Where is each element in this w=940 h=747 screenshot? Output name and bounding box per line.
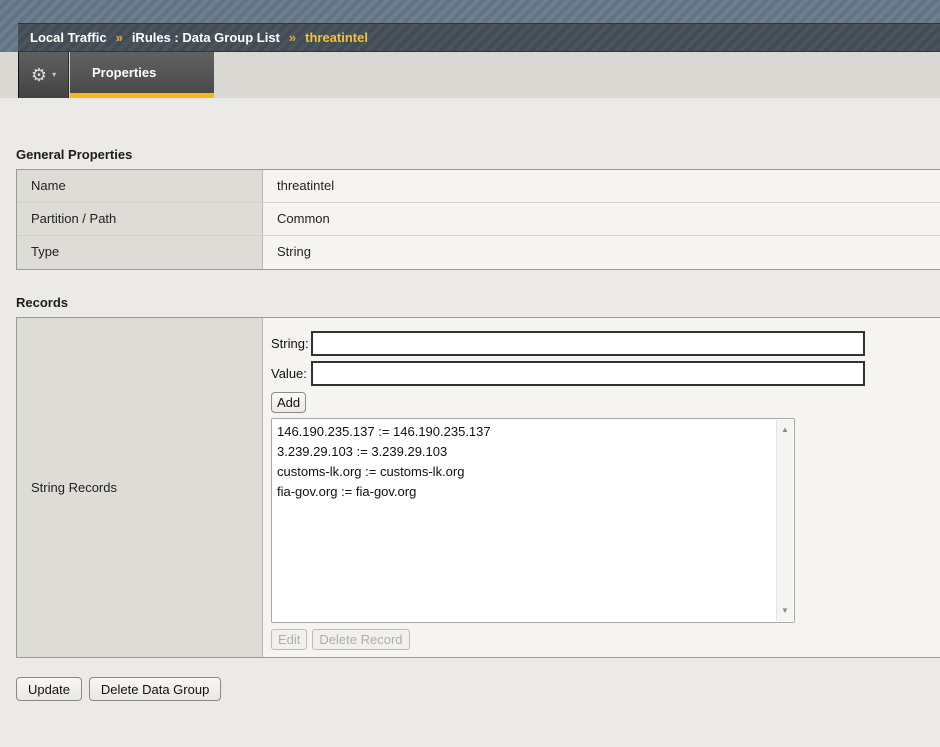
listbox-scrollbar[interactable]: ▲ ▼ (776, 420, 793, 621)
list-item[interactable]: customs-lk.org := customs-lk.org (277, 462, 772, 482)
scroll-down-icon[interactable]: ▼ (777, 607, 793, 615)
string-field-label: String: (271, 336, 311, 351)
breadcrumb-separator-icon: » (116, 30, 123, 45)
update-button[interactable]: Update (16, 677, 82, 701)
scroll-up-icon[interactable]: ▲ (777, 426, 793, 434)
string-records-form: String: Value: Add 146.190.235.137 := 14… (263, 318, 940, 657)
record-buttons-row: Edit Delete Record (271, 629, 410, 650)
form-actions: Update Delete Data Group (16, 677, 221, 701)
table-row: Partition / Path Common (17, 203, 940, 236)
value-field-label: Value: (271, 366, 311, 381)
table-row: Type String (17, 236, 940, 269)
general-properties-heading: General Properties (16, 147, 132, 162)
tab-properties-label: Properties (92, 65, 156, 80)
list-item[interactable]: 3.239.29.103 := 3.239.29.103 (277, 442, 772, 462)
name-value: threatintel (263, 170, 940, 202)
string-records-listbox[interactable]: 146.190.235.137 := 146.190.235.137 3.239… (271, 418, 795, 623)
breadcrumb-page: iRules : Data Group List (132, 30, 280, 45)
records-table: String Records String: Value: Add 146.19… (16, 317, 940, 658)
value-field-row: Value: (271, 361, 865, 386)
breadcrumb-separator-icon: » (289, 30, 296, 45)
gear-icon: ⚙ (31, 66, 47, 84)
breadcrumb-current-item: threatintel (305, 30, 368, 45)
options-menu-button[interactable]: ⚙ ▾ (18, 52, 69, 98)
chevron-down-icon: ▾ (52, 71, 56, 79)
list-item[interactable]: fia-gov.org := fia-gov.org (277, 482, 772, 502)
breadcrumb-section: Local Traffic (30, 30, 107, 45)
string-records-label: String Records (17, 318, 263, 657)
tab-properties[interactable]: Properties (70, 52, 214, 98)
partition-path-value: Common (263, 203, 940, 235)
string-input[interactable] (311, 331, 865, 356)
table-row: Name threatintel (17, 170, 940, 203)
type-label: Type (17, 236, 263, 269)
value-input[interactable] (311, 361, 865, 386)
tab-bar: ⚙ ▾ Properties (0, 52, 940, 98)
string-field-row: String: (271, 331, 865, 356)
list-item[interactable]: 146.190.235.137 := 146.190.235.137 (277, 422, 772, 442)
type-value: String (263, 236, 940, 269)
partition-path-label: Partition / Path (17, 203, 263, 235)
delete-data-group-button[interactable]: Delete Data Group (89, 677, 221, 701)
listbox-items: 146.190.235.137 := 146.190.235.137 3.239… (277, 422, 772, 502)
add-record-button[interactable]: Add (271, 392, 306, 413)
edit-record-button[interactable]: Edit (271, 629, 307, 650)
general-properties-table: Name threatintel Partition / Path Common… (16, 169, 940, 270)
delete-record-button[interactable]: Delete Record (312, 629, 409, 650)
name-label: Name (17, 170, 263, 202)
records-heading: Records (16, 295, 68, 310)
breadcrumb: Local Traffic » iRules : Data Group List… (18, 23, 940, 52)
